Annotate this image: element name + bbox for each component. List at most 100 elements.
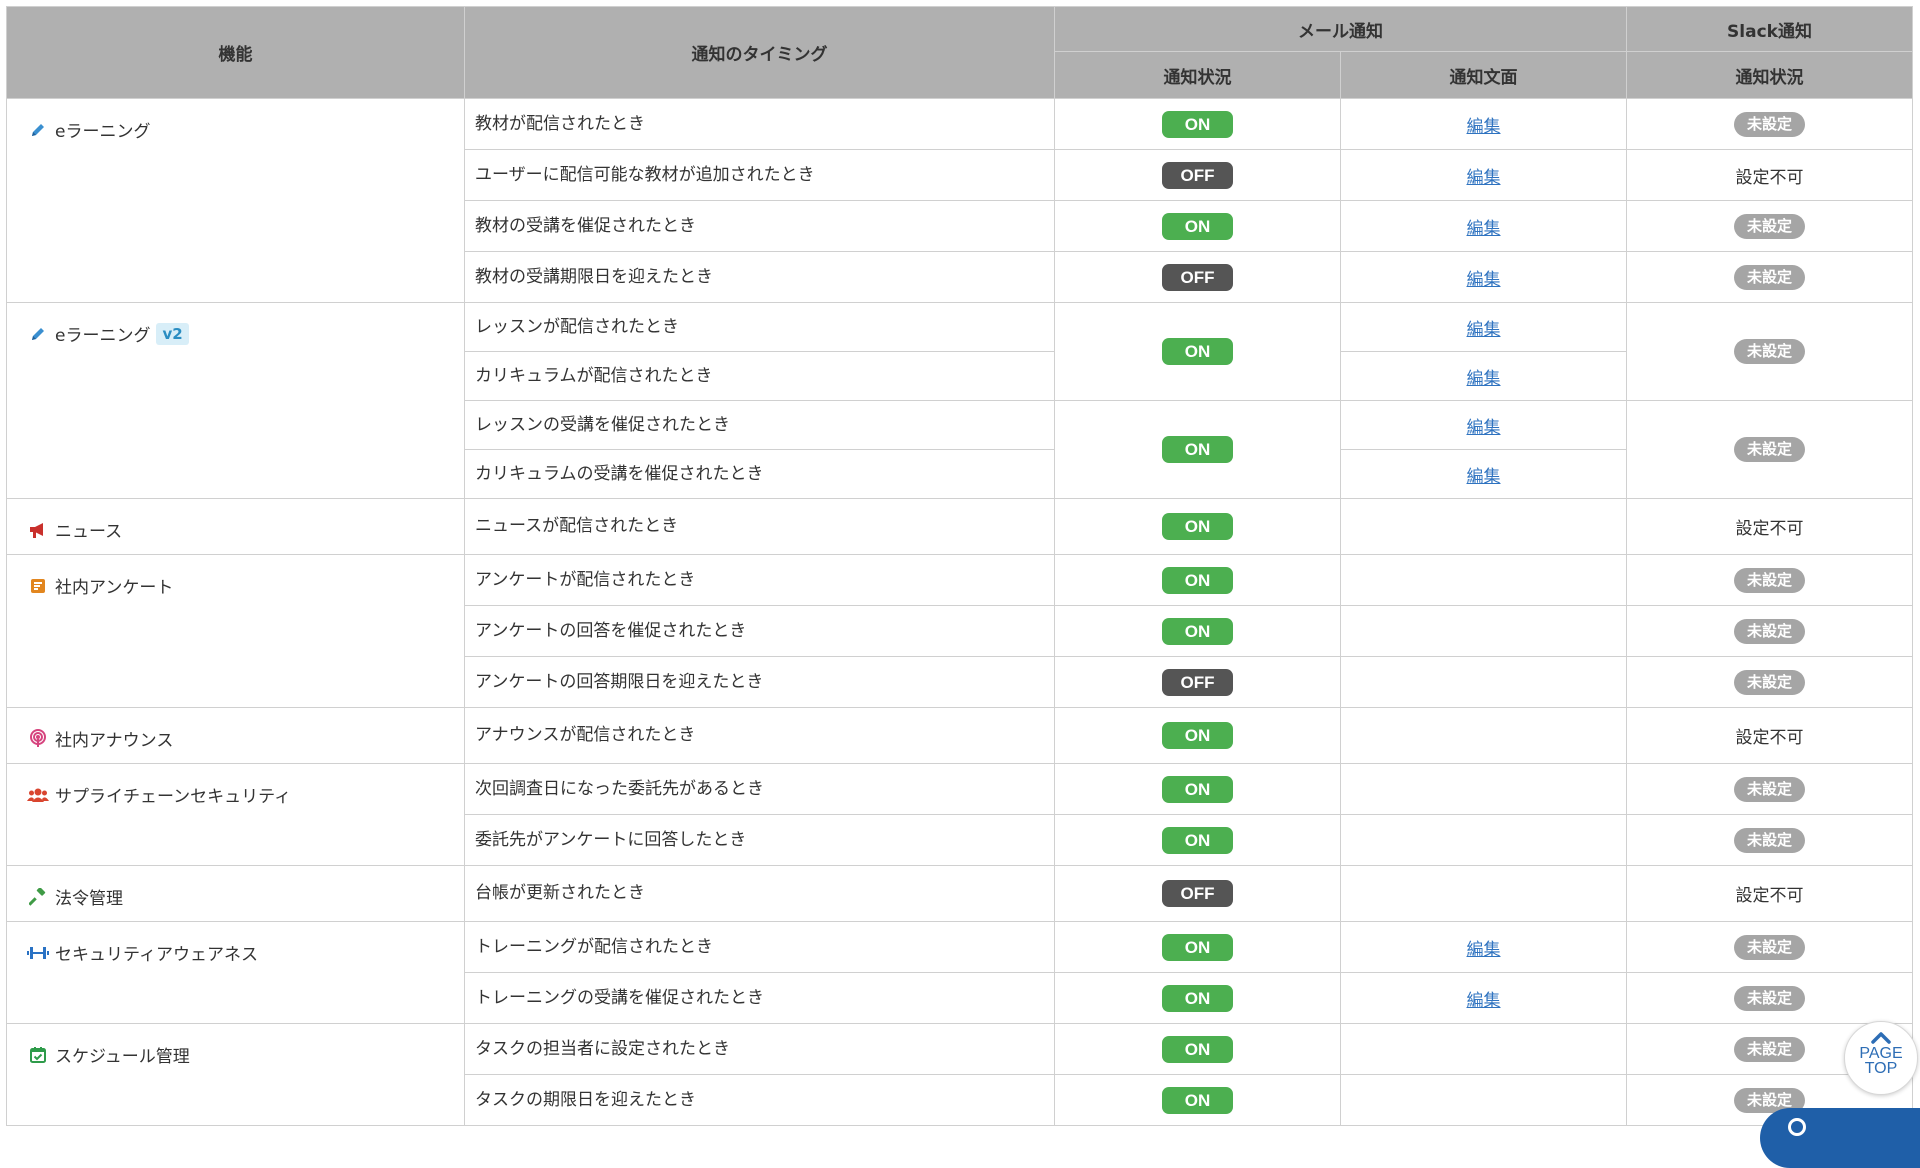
mail-status-cell: ON [1054, 1074, 1341, 1126]
feature-survey: 社内アンケート [6, 554, 465, 708]
unset-badge[interactable]: 未設定 [1734, 776, 1805, 802]
feature-label: スケジュール管理 [55, 1047, 190, 1067]
slack-status-cell: 未設定 [1626, 98, 1913, 150]
unset-badge[interactable]: 未設定 [1734, 827, 1805, 853]
dumbbell-icon [27, 943, 49, 963]
help-icon [1788, 1118, 1806, 1136]
timing-cell: 教材の受講を催促されたとき [464, 200, 1055, 252]
toggle-on[interactable]: ON [1162, 722, 1233, 749]
megaphone-icon [27, 520, 49, 540]
mail-text-cell [1340, 865, 1627, 922]
edit-link[interactable]: 編集 [1467, 117, 1501, 137]
mail-text-cell [1340, 814, 1627, 866]
header-feature: 機能 [6, 6, 465, 99]
unset-badge[interactable]: 未設定 [1734, 669, 1805, 695]
edit-link[interactable]: 編集 [1467, 219, 1501, 239]
notification-settings: 機能 通知のタイミング メール通知 Slack通知 通知状況 通知文面 通知状況… [6, 6, 1913, 1126]
edit-link[interactable]: 編集 [1467, 467, 1501, 487]
page-top-button[interactable]: PAGE TOP [1844, 1021, 1918, 1095]
feature-law: 法令管理 [6, 865, 465, 922]
mail-status-cell: ON [1054, 98, 1341, 150]
edit-link[interactable]: 編集 [1467, 168, 1501, 188]
slack-status-cell: 未設定 [1626, 763, 1913, 815]
unset-badge[interactable]: 未設定 [1734, 618, 1805, 644]
slack-status-cell: 未設定 [1626, 251, 1913, 303]
timing-cell: ニュースが配信されたとき [464, 498, 1055, 555]
pencil-icon [27, 324, 49, 344]
edit-link[interactable]: 編集 [1467, 369, 1501, 389]
toggle-on[interactable]: ON [1162, 1086, 1233, 1114]
toggle-on[interactable]: ON [1162, 617, 1233, 645]
mail-status-cell: OFF [1054, 656, 1341, 708]
unset-badge[interactable]: 未設定 [1734, 213, 1805, 239]
feature-label: ニュース [55, 522, 123, 542]
mail-text-cell: 編集 [1340, 200, 1627, 252]
toggle-off[interactable]: OFF [1162, 668, 1233, 696]
mail-status-cell: ON [1054, 200, 1341, 252]
toggle-off[interactable]: OFF [1162, 161, 1233, 189]
edit-link[interactable]: 編集 [1467, 991, 1501, 1011]
unset-badge[interactable]: 未設定 [1734, 111, 1805, 137]
toggle-on[interactable]: ON [1162, 338, 1233, 365]
edit-link[interactable]: 編集 [1467, 418, 1501, 438]
header-mail-status: 通知状況 [1054, 51, 1341, 99]
timing-cell: カリキュラムの受講を催促されたとき [464, 449, 1055, 499]
users-icon [27, 785, 49, 805]
toggle-off[interactable]: OFF [1162, 880, 1233, 907]
slack-status-cell: 未設定 [1626, 921, 1913, 973]
slack-status-cell: 設定不可 [1626, 865, 1913, 922]
mail-text-cell: 編集 [1340, 921, 1627, 973]
toggle-off[interactable]: OFF [1162, 263, 1233, 291]
v2-badge: v2 [156, 322, 189, 345]
podcast-icon [27, 728, 49, 749]
toggle-on[interactable]: ON [1162, 1035, 1233, 1063]
toggle-on[interactable]: ON [1162, 110, 1233, 138]
unset-badge[interactable]: 未設定 [1734, 934, 1805, 960]
unset-badge[interactable]: 未設定 [1734, 567, 1805, 593]
timing-cell: 次回調査日になった委託先があるとき [464, 763, 1055, 815]
feature-news: ニュース [6, 498, 465, 555]
unset-badge[interactable]: 未設定 [1734, 264, 1805, 290]
mail-text-cell [1340, 763, 1627, 815]
unset-badge[interactable]: 未設定 [1734, 985, 1805, 1011]
toggle-on[interactable]: ON [1162, 566, 1233, 594]
mail-text-cell [1340, 1023, 1627, 1075]
unset-badge[interactable]: 未設定 [1734, 339, 1805, 364]
feature-label: 社内アンケート [55, 578, 174, 598]
slack-status-cell: 未設定 [1626, 302, 1913, 401]
feature-label: 社内アナウンス [55, 731, 174, 751]
toggle-on[interactable]: ON [1162, 513, 1233, 540]
timing-cell: 台帳が更新されたとき [464, 865, 1055, 922]
unset-badge[interactable]: 未設定 [1734, 437, 1805, 462]
not-available-text: 設定不可 [1735, 886, 1804, 906]
table-row: スケジュール管理 タスクの担当者に設定されたとき ON 未設定 [6, 1023, 1913, 1126]
edit-link[interactable]: 編集 [1467, 940, 1501, 960]
feature-label: eラーニング [55, 122, 151, 142]
mail-text-cell: 編集 [1340, 972, 1627, 1024]
edit-link[interactable]: 編集 [1467, 270, 1501, 290]
slack-status-cell: 未設定 [1626, 400, 1913, 499]
slack-status-cell: 設定不可 [1626, 707, 1913, 764]
help-button[interactable] [1760, 1108, 1920, 1168]
toggle-on[interactable]: ON [1162, 826, 1233, 854]
table-row: セキュリティアウェアネス トレーニングが配信されたとき ON 編集 未設定 [6, 921, 1913, 1024]
not-available-text: 設定不可 [1735, 728, 1804, 748]
slack-status-cell: 設定不可 [1626, 149, 1913, 201]
mail-text-cell [1340, 656, 1627, 708]
timing-cell: アンケートが配信されたとき [464, 554, 1055, 606]
toggle-on[interactable]: ON [1162, 933, 1233, 961]
mail-text-cell [1340, 605, 1627, 657]
toggle-on[interactable]: ON [1162, 984, 1233, 1012]
header-slack: Slack通知 [1626, 6, 1913, 52]
toggle-on[interactable]: ON [1162, 212, 1233, 240]
unset-badge[interactable]: 未設定 [1734, 1036, 1805, 1062]
header-mail: メール通知 [1054, 6, 1627, 52]
timing-cell: カリキュラムが配信されたとき [464, 351, 1055, 401]
table-row: eラーニング v2 レッスンが配信されたとき ON 編集 未設定 [6, 302, 1913, 499]
toggle-on[interactable]: ON [1162, 436, 1233, 463]
edit-link[interactable]: 編集 [1467, 320, 1501, 340]
toggle-on[interactable]: ON [1162, 775, 1233, 803]
mail-status-cell: ON [1054, 814, 1341, 866]
timing-cell: トレーニングが配信されたとき [464, 921, 1055, 973]
timing-cell: アンケートの回答を催促されたとき [464, 605, 1055, 657]
